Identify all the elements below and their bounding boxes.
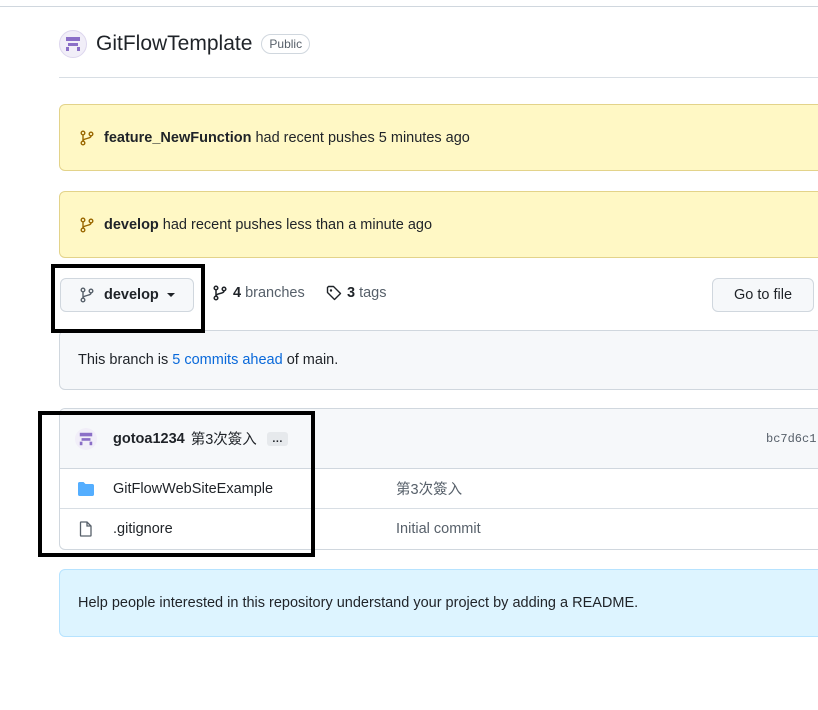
visibility-badge: Public [261, 34, 311, 54]
repo-name[interactable]: GitFlowTemplate [96, 32, 252, 56]
recent-push-banner-1: feature_NewFunction had recent pushes 5 … [59, 104, 818, 171]
banner-branch-name[interactable]: feature_NewFunction [104, 130, 251, 146]
tags-label: tags [359, 285, 387, 301]
ahead-prefix: This branch is [78, 352, 169, 368]
file-name[interactable]: .gitignore [113, 521, 173, 537]
tags-count: 3 [347, 285, 356, 301]
branch-ahead-notice: This branch is 5 commits ahead of main. [59, 330, 818, 390]
header-divider [59, 77, 818, 78]
repo-header: GitFlowTemplate Public [59, 28, 311, 60]
expand-commit-button[interactable]: … [266, 431, 288, 446]
file-row-folder[interactable]: GitFlowWebSiteExample 第3次簽入 [60, 469, 818, 509]
top-divider [0, 6, 818, 7]
commit-message[interactable]: 第3次簽入 [191, 428, 257, 449]
git-branch-icon [80, 287, 94, 303]
commits-ahead-link[interactable]: 5 commits ahead [172, 352, 282, 368]
identicon-icon [79, 432, 93, 445]
readme-notice-text: Help people interested in this repositor… [78, 595, 639, 611]
tag-icon [326, 285, 342, 301]
branches-link[interactable]: 4 branches [212, 285, 305, 301]
branches-count: 4 [233, 285, 242, 301]
recent-push-banner-2: develop had recent pushes less than a mi… [59, 191, 818, 258]
avatar[interactable] [75, 427, 97, 450]
commit-author[interactable]: gotoa1234 [113, 431, 185, 447]
file-last-commit[interactable]: 第3次簽入 [396, 478, 462, 499]
chevron-down-icon [166, 293, 175, 297]
ahead-suffix: of main. [286, 352, 339, 368]
readme-notice: Help people interested in this repositor… [59, 569, 818, 637]
owner-avatar[interactable] [59, 30, 87, 58]
banner-branch-name[interactable]: develop [104, 217, 159, 233]
identicon-icon [66, 37, 80, 51]
folder-icon [78, 482, 94, 496]
tags-link[interactable]: 3 tags [326, 285, 387, 301]
file-icon [79, 521, 92, 537]
file-last-commit[interactable]: Initial commit [396, 521, 481, 537]
banner-text: had recent pushes 5 minutes ago [255, 129, 470, 146]
branch-select-button[interactable]: develop [60, 278, 194, 312]
commit-sha[interactable]: bc7d6c1 [766, 432, 816, 446]
git-branch-icon [80, 217, 94, 232]
file-browser: gotoa1234 第3次簽入 … bc7d6c1 GitFlowWebSite… [59, 408, 818, 550]
go-to-file-button[interactable]: Go to file [712, 278, 814, 312]
git-branch-icon [80, 130, 94, 145]
file-name[interactable]: GitFlowWebSiteExample [113, 481, 273, 497]
file-row-file[interactable]: .gitignore Initial commit [60, 509, 818, 549]
git-branch-icon [213, 285, 227, 301]
latest-commit-row: gotoa1234 第3次簽入 … bc7d6c1 [60, 409, 818, 469]
banner-text: had recent pushes less than a minute ago [162, 216, 433, 233]
branches-label: branches [245, 285, 305, 301]
current-branch-label: develop [104, 287, 159, 303]
